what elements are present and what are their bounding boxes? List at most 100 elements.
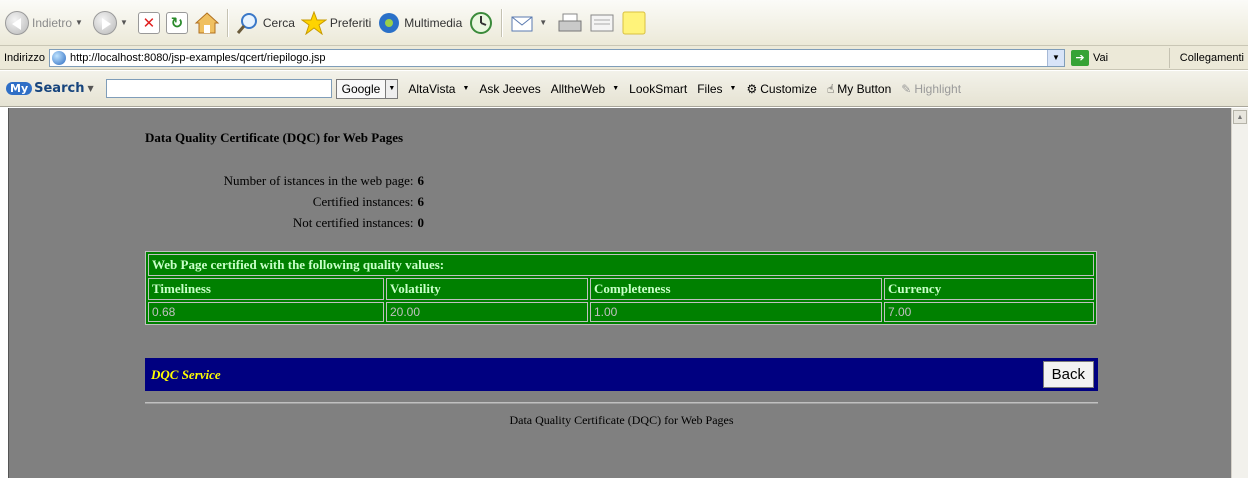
highlight-button[interactable]: ✎ Highlight bbox=[901, 82, 961, 96]
customize-label: Customize bbox=[760, 81, 817, 96]
go-label: Vai bbox=[1092, 51, 1109, 64]
my-button-label: My Button bbox=[837, 81, 892, 96]
search-link-label: Files bbox=[697, 81, 723, 96]
back-nav-button[interactable]: Indietro ▼ bbox=[2, 3, 90, 43]
home-button[interactable] bbox=[191, 3, 223, 43]
chevron-down-icon[interactable]: ▼ bbox=[386, 78, 399, 99]
back-nav-label: Indietro bbox=[32, 15, 73, 30]
refresh-button[interactable]: ↻ bbox=[163, 3, 191, 43]
sticky-note-icon bbox=[622, 11, 646, 34]
count-value: 6 bbox=[417, 173, 425, 188]
value-completeness: 1.00 bbox=[590, 302, 882, 322]
customize-icon: ⚙ bbox=[746, 81, 758, 96]
count-label: Number of istances in the web page: bbox=[223, 173, 414, 188]
horizontal-rule bbox=[145, 402, 1098, 404]
edit-button[interactable] bbox=[586, 3, 618, 43]
star-icon bbox=[300, 10, 327, 35]
highlighter-icon: ✎ bbox=[901, 81, 912, 96]
vertical-scrollbar[interactable]: ▲ bbox=[1231, 108, 1248, 478]
hand-icon: ☝ bbox=[826, 81, 835, 96]
links-button[interactable]: Collegamenti bbox=[1168, 47, 1248, 68]
mail-icon bbox=[511, 16, 533, 31]
search-link-label: AltaVista bbox=[408, 81, 456, 96]
notes-button[interactable] bbox=[618, 3, 650, 43]
search-link-looksmart[interactable]: LookSmart bbox=[629, 82, 687, 96]
search-engine-button[interactable]: Google bbox=[335, 78, 387, 99]
table-row: 0.68 20.00 1.00 7.00 bbox=[148, 302, 1094, 322]
print-button[interactable] bbox=[554, 3, 586, 43]
chevron-down-icon[interactable]: ▼ bbox=[120, 18, 128, 27]
chevron-down-icon[interactable]: ▼ bbox=[730, 85, 737, 92]
table-caption: Web Page certified with the following qu… bbox=[148, 254, 1094, 276]
back-arrow-icon bbox=[5, 10, 29, 35]
service-label: DQC Service bbox=[151, 366, 221, 382]
count-row-total: Number of istances in the web page: 6 bbox=[224, 170, 424, 191]
history-button[interactable] bbox=[465, 3, 497, 43]
scroll-up-arrow-icon[interactable]: ▲ bbox=[1233, 110, 1247, 124]
forward-nav-button[interactable]: ▼ bbox=[90, 3, 135, 43]
search-link-label: LookSmart bbox=[629, 81, 688, 96]
highlight-label: Highlight bbox=[914, 81, 962, 96]
table-caption-row: Web Page certified with the following qu… bbox=[148, 254, 1094, 276]
count-row-certified: Certified instances: 6 bbox=[224, 191, 424, 212]
header-completeness: Completeness bbox=[590, 278, 882, 300]
mail-button[interactable]: ▼ bbox=[507, 3, 554, 43]
favorites-button[interactable]: Preferiti bbox=[298, 3, 374, 43]
search-button[interactable]: Cerca bbox=[233, 3, 298, 43]
chevron-down-icon[interactable]: ▼ bbox=[539, 18, 547, 27]
chevron-down-icon[interactable]: ▼ bbox=[75, 18, 83, 27]
mysearch-logo-my: My bbox=[6, 82, 33, 95]
search-link-askjeeves[interactable]: Ask Jeeves bbox=[479, 82, 540, 96]
customize-button[interactable]: ⚙ Customize bbox=[746, 82, 816, 96]
header-currency: Currency bbox=[884, 278, 1094, 300]
links-label: Collegamenti bbox=[1179, 51, 1244, 64]
go-arrow-icon: ➔ bbox=[1070, 49, 1089, 66]
stop-icon: ✕ bbox=[137, 11, 160, 34]
header-timeliness: Timeliness bbox=[148, 278, 384, 300]
printer-icon bbox=[558, 13, 582, 31]
search-link-files[interactable]: Files ▼ bbox=[697, 82, 736, 96]
media-icon bbox=[379, 12, 400, 33]
search-link-label: Ask Jeeves bbox=[479, 81, 541, 96]
address-input[interactable]: http://localhost:8080/jsp-examples/qcert… bbox=[48, 48, 1065, 67]
search-link-alltheweb[interactable]: AlltheWeb ▼ bbox=[551, 82, 619, 96]
footer-text: Data Quality Certificate (DQC) for Web P… bbox=[509, 413, 734, 427]
value-volatility: 20.00 bbox=[386, 302, 588, 322]
refresh-icon: ↻ bbox=[165, 11, 188, 34]
forward-arrow-icon bbox=[92, 10, 117, 35]
my-button[interactable]: ☝ My Button bbox=[827, 82, 891, 96]
value-timeliness: 0.68 bbox=[148, 302, 384, 322]
instance-counts: Number of istances in the web page: 6 Cer… bbox=[224, 170, 424, 233]
mysearch-logo-search: Search bbox=[34, 81, 85, 96]
count-value: 0 bbox=[417, 215, 425, 230]
media-button-label: Multimedia bbox=[404, 15, 463, 30]
home-icon bbox=[194, 11, 220, 33]
chevron-down-icon[interactable]: ▼ bbox=[1046, 49, 1064, 66]
count-row-not-certified: Not certified instances: 0 bbox=[224, 212, 424, 233]
go-button[interactable]: ➔ Vai bbox=[1070, 49, 1109, 66]
toolbar-separator bbox=[226, 8, 229, 37]
table-header-row: Timeliness Volatility Completeness Curre… bbox=[148, 278, 1094, 300]
count-label: Certified instances: bbox=[312, 194, 414, 209]
count-label: Not certified instances: bbox=[292, 215, 414, 230]
address-label: Indirizzo bbox=[4, 51, 45, 64]
media-button[interactable]: Multimedia bbox=[374, 3, 465, 43]
search-link-altavista[interactable]: AltaVista ▼ bbox=[408, 82, 469, 96]
chevron-down-icon[interactable]: ▼ bbox=[612, 85, 619, 92]
chevron-down-icon[interactable]: ▼ bbox=[87, 84, 93, 93]
mysearch-logo[interactable]: My Search ▼ bbox=[6, 81, 98, 96]
quality-values-table: Web Page certified with the following qu… bbox=[145, 251, 1097, 325]
chevron-down-icon[interactable]: ▼ bbox=[462, 85, 469, 92]
value-currency: 7.00 bbox=[884, 302, 1094, 322]
stop-button[interactable]: ✕ bbox=[135, 3, 163, 43]
ie-page-icon bbox=[51, 50, 66, 65]
back-button[interactable]: Back bbox=[1042, 361, 1094, 388]
mysearch-input[interactable] bbox=[105, 79, 332, 98]
toolbar-separator bbox=[501, 8, 504, 37]
search-button-label: Cerca bbox=[262, 15, 295, 30]
mysearch-toolbar: My Search ▼ Google ▼ AltaVista ▼ Ask Jee… bbox=[0, 71, 1248, 107]
magnifier-icon bbox=[236, 12, 257, 34]
address-bar: Indirizzo http://localhost:8080/jsp-exam… bbox=[0, 46, 1248, 70]
header-volatility: Volatility bbox=[386, 278, 588, 300]
address-url[interactable]: http://localhost:8080/jsp-examples/qcert… bbox=[70, 52, 326, 64]
